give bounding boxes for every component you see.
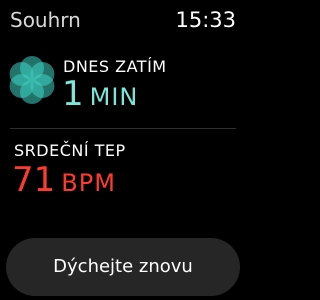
today-minutes-value: 1 <box>62 74 84 114</box>
today-minutes: 1 MIN <box>62 74 138 114</box>
heart-rate-label: SRDEČNÍ TEP <box>14 141 126 160</box>
heart-rate-value: 71 <box>12 160 56 200</box>
breathe-again-label: Dýchejte znovu <box>53 256 193 277</box>
breathe-flower-icon <box>9 56 55 104</box>
app-title[interactable]: Souhrn <box>10 8 81 32</box>
breathe-again-button[interactable]: Dýchejte znovu <box>6 238 240 296</box>
status-bar: Souhrn 15:33 <box>0 0 246 40</box>
heart-rate: 71 BPM <box>12 160 116 200</box>
clock: 15:33 <box>175 8 236 32</box>
heart-rate-unit: BPM <box>61 169 116 197</box>
today-minutes-unit: MIN <box>89 83 139 111</box>
section-divider <box>10 128 236 129</box>
